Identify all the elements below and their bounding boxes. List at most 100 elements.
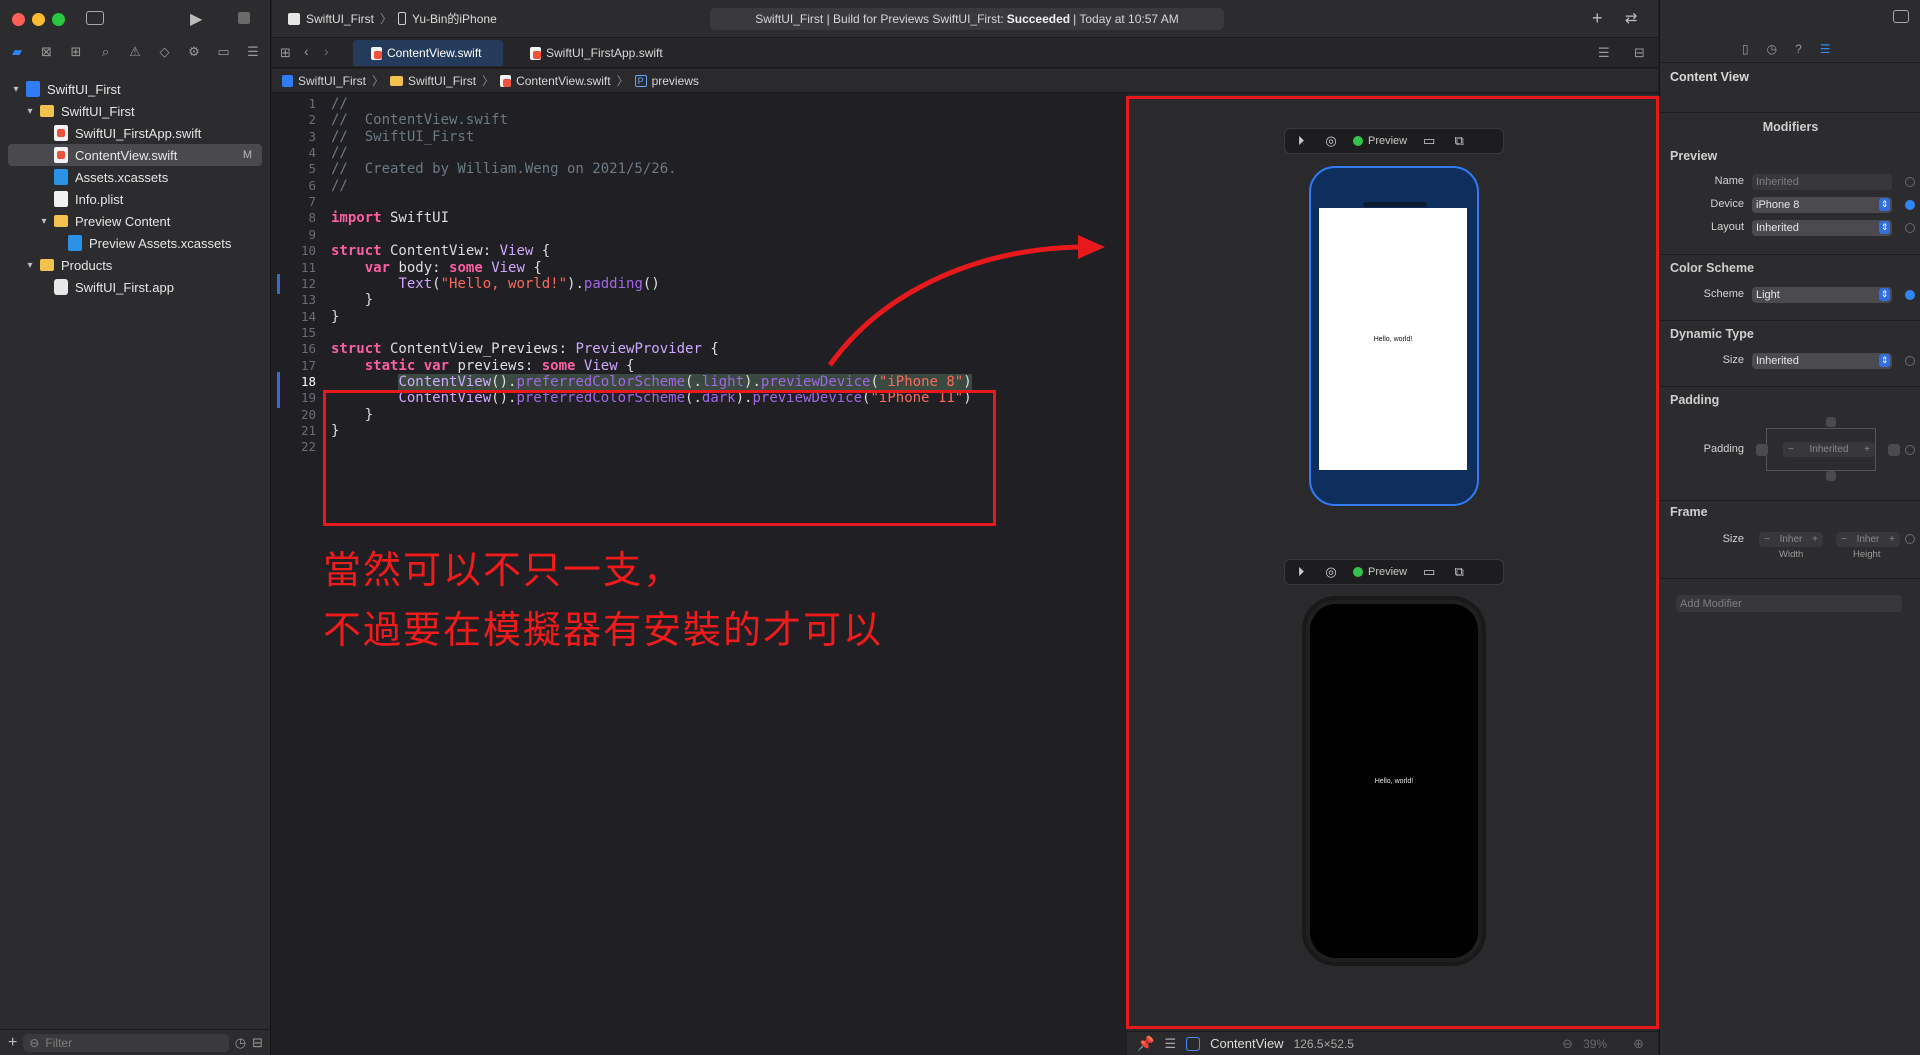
report-navigator-icon[interactable]: ☰ [244, 44, 262, 60]
padding-top-checkbox[interactable] [1826, 417, 1836, 427]
swift-icon [54, 147, 68, 163]
breadcrumb-symbol[interactable]: P previews [634, 74, 699, 88]
related-items-icon[interactable]: ⊞ [280, 45, 291, 61]
code-review-icon[interactable]: ⇄ [1625, 9, 1638, 27]
source-control-filter-icon[interactable]: ⊟ [252, 1035, 263, 1051]
file-inspector-icon[interactable]: ▯ [1742, 42, 1749, 56]
forward-chevron-icon[interactable]: › [324, 43, 329, 59]
size-dot[interactable] [1905, 356, 1915, 366]
sidebar-item[interactable]: Preview Assets.xcassets [0, 232, 270, 254]
layout-dot[interactable] [1905, 223, 1915, 233]
padding-leading-checkbox[interactable] [1756, 444, 1768, 456]
plus-icon[interactable]: + [1889, 534, 1895, 545]
tab-contentview[interactable]: ContentView.swift [353, 40, 503, 66]
symbol-navigator-icon[interactable]: ⊞ [67, 44, 85, 60]
breadcrumb-file[interactable]: ContentView.swift [500, 74, 611, 88]
minus-icon[interactable]: − [1764, 534, 1770, 545]
line-number: 22 [300, 439, 316, 455]
library-plus-icon[interactable]: + [1592, 8, 1603, 29]
breakpoint-navigator-icon[interactable]: ▭ [215, 44, 233, 60]
filter-input[interactable]: ⊖ Filter [23, 1033, 229, 1052]
project-navigator-icon[interactable]: ▰ [8, 44, 26, 60]
disclosure-chevron-icon[interactable]: ▾ [24, 260, 36, 271]
back-chevron-icon[interactable]: ‹ [304, 43, 309, 59]
inspector-title: Content View [1670, 70, 1749, 84]
test-navigator-icon[interactable]: ◇ [156, 44, 174, 60]
breadcrumb-label: ContentView.swift [516, 73, 611, 88]
zoom-level: 39% [1583, 1036, 1608, 1051]
zoom-window-button[interactable] [52, 13, 65, 26]
navigator-sidebar: ▰ ⊠ ⊞ ⌕ ⚠ ◇ ⚙ ▭ ☰ ▾ SwiftUI_First ▾ SwiftUI… [0, 0, 271, 1055]
annotation-box-code [323, 390, 996, 526]
sidebar-item[interactable]: Assets.xcassets [0, 166, 270, 188]
tab-swiftui-firstapp[interactable]: SwiftUI_FirstApp.swift [512, 40, 692, 66]
sidebar-item[interactable]: ▾ SwiftUI_First [0, 100, 270, 122]
debug-navigator-icon[interactable]: ⚙ [185, 44, 203, 60]
disclosure-chevron-icon[interactable]: ▾ [24, 106, 36, 117]
add-modifier-field[interactable]: Add Modifier [1676, 595, 1902, 612]
minus-icon[interactable]: − [1841, 534, 1847, 545]
frame-height-stepper[interactable]: − Inher + [1836, 532, 1900, 547]
device-dot[interactable] [1905, 200, 1915, 210]
proj-icon [26, 81, 40, 97]
find-navigator-icon[interactable]: ⌕ [97, 44, 115, 60]
scheme-popup[interactable]: Light [1752, 287, 1892, 303]
sidebar-item[interactable]: ▾ Preview Content [0, 210, 270, 232]
split-editor-icon[interactable]: ⊟ [1634, 45, 1645, 61]
run-button[interactable]: ▶ [190, 9, 202, 29]
plus-icon[interactable]: + [1812, 534, 1818, 545]
sidebar-item[interactable]: SwiftUI_FirstApp.swift [0, 122, 270, 144]
toggle-inspector-icon[interactable] [1893, 10, 1909, 23]
minimize-window-button[interactable] [32, 13, 45, 26]
plus-icon[interactable]: + [1864, 444, 1870, 455]
divider [1660, 112, 1920, 113]
padding-stepper[interactable]: − Inherited + [1783, 442, 1875, 457]
history-inspector-icon[interactable]: ◷ [1767, 42, 1777, 56]
padding-trailing-checkbox[interactable] [1888, 444, 1900, 456]
device-popup[interactable]: iPhone 8 [1752, 197, 1892, 213]
name-dot[interactable] [1905, 177, 1915, 187]
variants-icon[interactable]: ☰ [1164, 1036, 1176, 1052]
sidebar-item[interactable]: SwiftUI_First.app [0, 276, 270, 298]
sidebar-item[interactable]: ▾ SwiftUI_First [0, 78, 270, 100]
view-icon [1186, 1036, 1201, 1051]
sidebar-item-label: SwiftUI_FirstApp.swift [75, 125, 202, 141]
source-control-icon[interactable]: ⊠ [38, 44, 56, 60]
zoom-out-icon[interactable]: ⊖ [1562, 1036, 1573, 1052]
tab-label: SwiftUI_FirstApp.swift [546, 46, 663, 60]
sidebar-item[interactable]: ▾ Products [0, 254, 270, 276]
swift-file-icon [530, 46, 541, 60]
breadcrumb-group[interactable]: SwiftUI_First [390, 74, 476, 88]
padding-value: Inherited [1809, 444, 1849, 455]
padding-dot[interactable] [1905, 445, 1915, 455]
recent-files-icon[interactable]: ◷ [235, 1035, 246, 1051]
editor-options-icon[interactable]: ☰ [1598, 45, 1610, 61]
add-icon[interactable]: + [8, 1034, 17, 1052]
issue-navigator-icon[interactable]: ⚠ [126, 44, 144, 60]
frame-height-value: Inher [1856, 534, 1880, 545]
sidebar-item[interactable]: Info.plist [0, 188, 270, 210]
iphone-icon [398, 12, 407, 25]
attributes-inspector-icon[interactable]: ☰ [1820, 42, 1831, 56]
pin-icon[interactable]: 📌 [1137, 1035, 1154, 1052]
zoom-in-icon[interactable]: ⊕ [1633, 1036, 1644, 1052]
layout-popup[interactable]: Inherited [1752, 220, 1892, 236]
breadcrumb-project[interactable]: SwiftUI_First [282, 74, 366, 88]
minus-icon[interactable]: − [1788, 444, 1794, 455]
canvas-footer: 📌 ☰ ContentView 126.5×52.5 ⊖ 39% ⊕ [1127, 1031, 1658, 1055]
close-window-button[interactable] [12, 13, 25, 26]
stop-button[interactable] [238, 12, 250, 24]
disclosure-chevron-icon[interactable]: ▾ [38, 216, 50, 227]
quick-help-icon[interactable]: ? [1795, 42, 1802, 56]
size-popup[interactable]: Inherited [1752, 353, 1892, 369]
toggle-navigator-icon[interactable] [86, 11, 104, 25]
scheme-selector[interactable]: SwiftUI_First 〉 Yu-Bin的iPhone [288, 10, 497, 27]
frame-width-stepper[interactable]: − Inher + [1759, 532, 1823, 547]
frame-dot[interactable] [1905, 534, 1915, 544]
padding-bottom-checkbox[interactable] [1826, 471, 1836, 481]
name-field[interactable]: Inherited [1752, 174, 1892, 190]
scheme-dot[interactable] [1905, 290, 1915, 300]
inspector-tabs: ▯ ◷ ? ☰ [1742, 42, 1831, 56]
disclosure-chevron-icon[interactable]: ▾ [10, 84, 22, 95]
sidebar-item[interactable]: ContentView.swift M [8, 144, 262, 166]
